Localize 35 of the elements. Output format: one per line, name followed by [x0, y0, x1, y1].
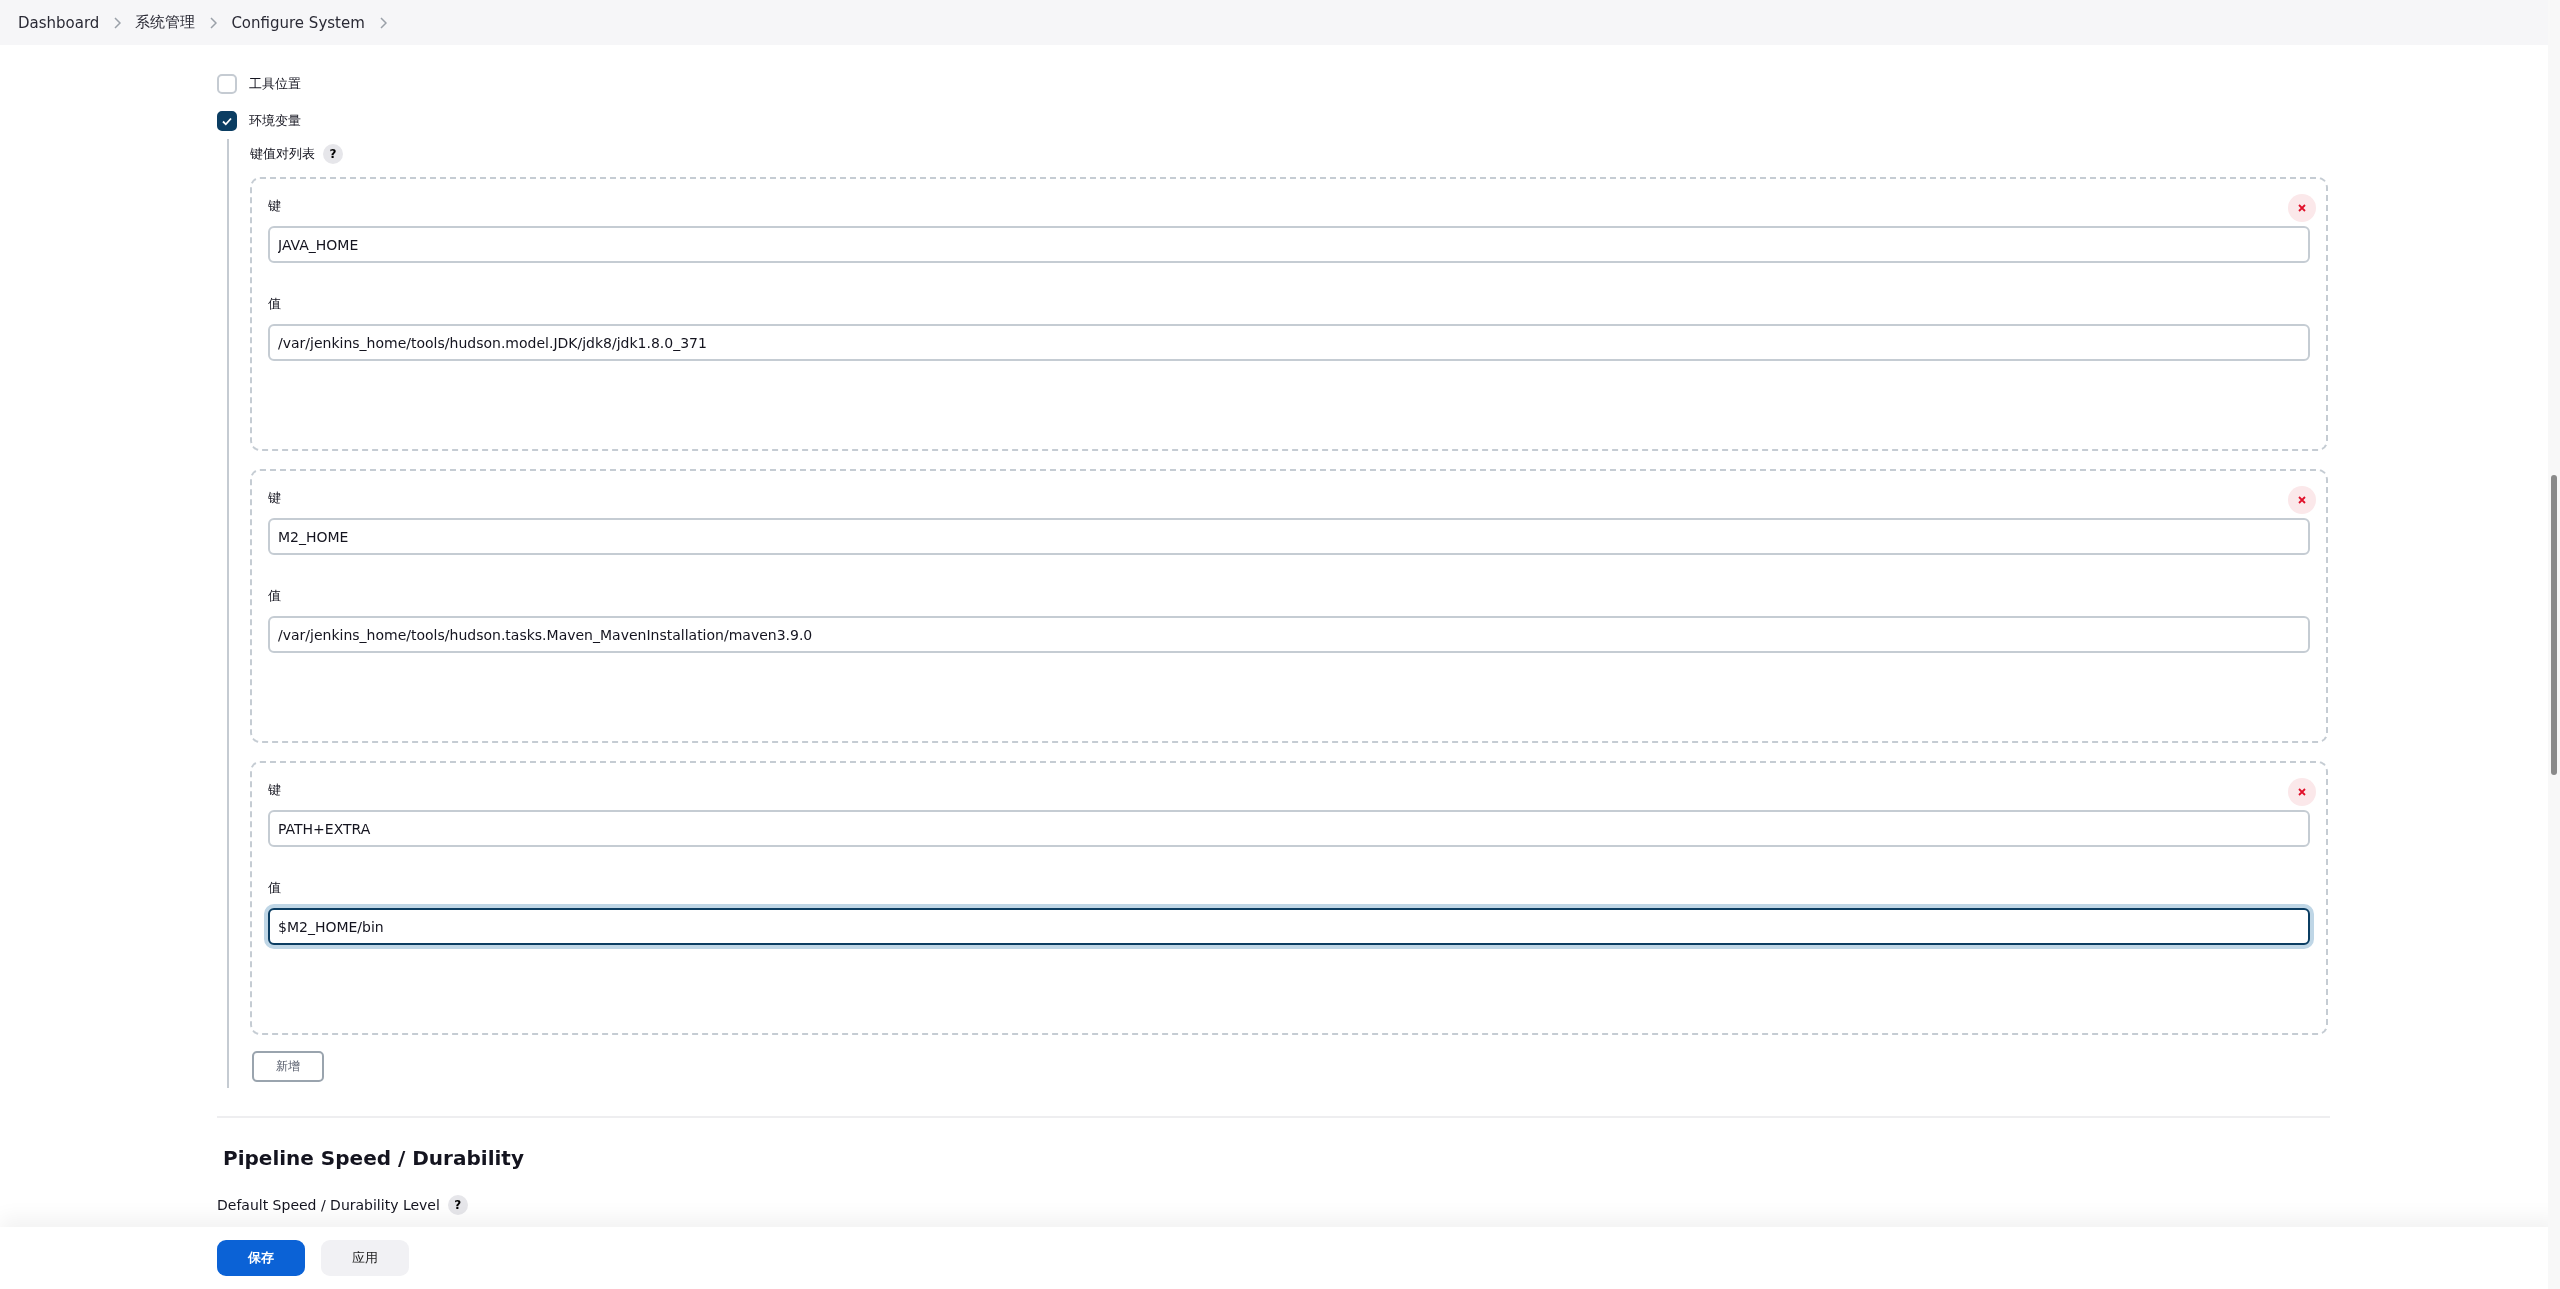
input-field[interactable]: /var/jenkins_home/tools/hudson.tasks.Maven_MavenInstallation/maven3.9.0: [268, 616, 2310, 653]
field-label: Default Speed / Durability Level: [217, 1197, 440, 1213]
delete-button[interactable]: [2288, 194, 2316, 222]
field-label: 键: [268, 781, 281, 799]
field-label: 键: [268, 489, 281, 507]
breadcrumb-link[interactable]: 系统管理: [135, 13, 196, 32]
delete-button[interactable]: [2288, 778, 2316, 806]
checkbox[interactable]: [217, 110, 237, 131]
field-label: 值: [268, 295, 281, 313]
section-heading: Pipeline Speed / Durability: [223, 1146, 525, 1170]
input-field[interactable]: PATH+EXTRA: [268, 810, 2310, 847]
checkbox-label: 环境变量: [249, 111, 301, 130]
input-field[interactable]: $M2_HOME/bin: [268, 908, 2310, 945]
input-field[interactable]: M2_HOME: [268, 518, 2310, 555]
field-label: 值: [268, 587, 281, 605]
chevron-right-icon: [113, 16, 122, 29]
help-button[interactable]: ?: [323, 144, 343, 164]
field-label: 值: [268, 879, 281, 897]
breadcrumb-link[interactable]: Configure System: [231, 13, 365, 32]
add-button[interactable]: 新增: [252, 1051, 324, 1082]
chevron-right-icon: [209, 16, 218, 29]
checkbox-label: 工具位置: [249, 74, 301, 93]
input-field[interactable]: /var/jenkins_home/tools/hudson.model.JDK/jdk8/jdk1.8.0_371: [268, 324, 2310, 361]
close-icon: [2297, 787, 2307, 797]
close-icon: [2297, 495, 2307, 505]
field-label: 键值对列表: [250, 145, 315, 163]
breadcrumb-link[interactable]: Dashboard: [18, 13, 100, 32]
save-button[interactable]: 保存: [217, 1240, 305, 1276]
chevron-right-icon: [378, 16, 387, 29]
close-icon: [2297, 203, 2307, 213]
apply-button[interactable]: 应用: [321, 1240, 409, 1276]
delete-button[interactable]: [2288, 486, 2316, 514]
input-field[interactable]: JAVA_HOME: [268, 226, 2310, 263]
field-label: 键: [268, 197, 281, 215]
help-button[interactable]: ?: [447, 1195, 468, 1215]
